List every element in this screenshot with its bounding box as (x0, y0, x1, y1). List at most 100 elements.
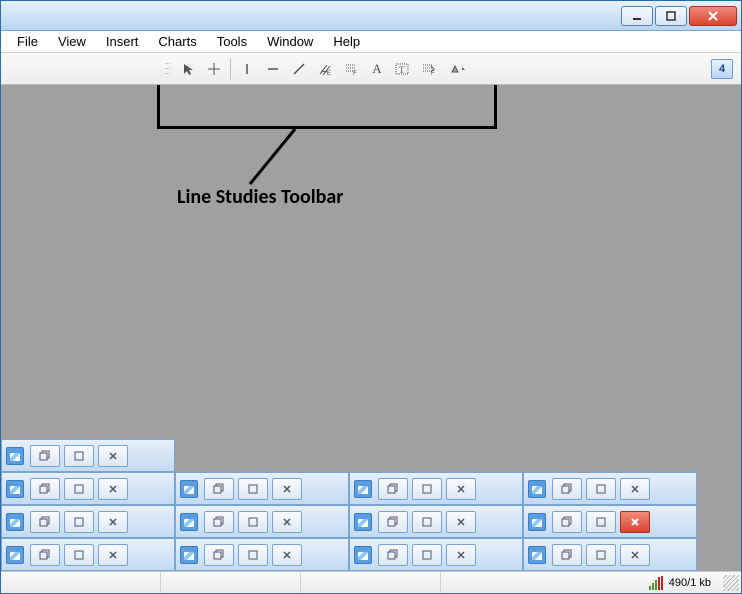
text-tool[interactable]: A (365, 57, 389, 81)
menu-insert[interactable]: Insert (96, 32, 149, 51)
titlebar (1, 1, 741, 31)
statusbar: 490/1 kb (1, 571, 741, 593)
maximize-icon (73, 450, 85, 462)
status-cell-1 (1, 572, 161, 593)
mdi-maximize-button[interactable] (238, 511, 268, 533)
status-cell-3 (301, 572, 441, 593)
mdi-maximize-button[interactable] (238, 478, 268, 500)
close-icon (281, 549, 293, 561)
menu-window[interactable]: Window (257, 32, 323, 51)
mdi-close-button[interactable] (272, 478, 302, 500)
horizontal-line-icon (266, 62, 280, 76)
arrows-tool[interactable]: F (417, 57, 441, 81)
trendline-tool[interactable] (287, 57, 311, 81)
mdi-window[interactable] (175, 538, 349, 571)
shapes-tool[interactable] (443, 57, 473, 81)
mdi-close-button[interactable] (272, 511, 302, 533)
mdi-close-button[interactable] (446, 478, 476, 500)
mdi-restore-button[interactable] (30, 511, 60, 533)
mdi-maximize-button[interactable] (64, 511, 94, 533)
maximize-button[interactable] (655, 6, 687, 26)
mdi-restore-button[interactable] (30, 478, 60, 500)
close-icon (455, 549, 467, 561)
mdi-restore-button[interactable] (204, 511, 234, 533)
horizontal-line-tool[interactable] (261, 57, 285, 81)
mdi-close-button[interactable] (98, 445, 128, 467)
restore-icon (39, 483, 51, 495)
mdi-restore-button[interactable] (552, 544, 582, 566)
mdi-window[interactable] (349, 472, 523, 505)
restore-icon (561, 516, 573, 528)
mdi-maximize-button[interactable] (586, 511, 616, 533)
chart-icon (180, 546, 198, 564)
menu-file[interactable]: File (7, 32, 48, 51)
mdi-window[interactable] (1, 505, 175, 538)
mdi-close-button[interactable] (620, 544, 650, 566)
connection-status[interactable]: 490/1 kb (643, 572, 717, 593)
menu-charts[interactable]: Charts (148, 32, 206, 51)
restore-icon (213, 549, 225, 561)
mdi-window[interactable] (349, 505, 523, 538)
cursor-tool[interactable] (176, 57, 200, 81)
mdi-restore-button[interactable] (204, 478, 234, 500)
text-label-tool[interactable]: T (391, 57, 415, 81)
mdi-close-button[interactable] (620, 511, 650, 533)
crosshair-tool[interactable] (202, 57, 226, 81)
toolbar-grip[interactable] (165, 58, 171, 80)
mdi-close-button[interactable] (620, 478, 650, 500)
mdi-restore-button[interactable] (378, 511, 408, 533)
svg-text:F: F (431, 71, 435, 76)
fibonacci-tool[interactable]: F (339, 57, 363, 81)
menu-view[interactable]: View (48, 32, 96, 51)
mdi-window[interactable] (523, 472, 697, 505)
mdi-maximize-button[interactable] (64, 478, 94, 500)
svg-text:F: F (353, 71, 357, 76)
resize-grip[interactable] (723, 575, 739, 591)
mdi-maximize-button[interactable] (238, 544, 268, 566)
close-button[interactable] (689, 6, 737, 26)
mdi-restore-button[interactable] (378, 478, 408, 500)
mdi-restore-button[interactable] (552, 511, 582, 533)
equidistant-channel-tool[interactable]: E (313, 57, 337, 81)
mdi-window[interactable] (175, 472, 349, 505)
mdi-window[interactable] (349, 538, 523, 571)
mdi-restore-button[interactable] (204, 544, 234, 566)
mdi-maximize-button[interactable] (412, 478, 442, 500)
mdi-close-button[interactable] (446, 511, 476, 533)
maximize-icon (247, 549, 259, 561)
chart-icon (354, 546, 372, 564)
chart-icon (528, 513, 546, 531)
mdi-maximize-button[interactable] (586, 478, 616, 500)
restore-icon (213, 483, 225, 495)
mdi-close-button[interactable] (272, 544, 302, 566)
vertical-line-tool[interactable] (235, 57, 259, 81)
menu-help[interactable]: Help (323, 32, 370, 51)
notification-badge[interactable]: 4 (711, 59, 733, 79)
mdi-restore-button[interactable] (30, 445, 60, 467)
mdi-restore-button[interactable] (30, 544, 60, 566)
menu-tools[interactable]: Tools (207, 32, 257, 51)
mdi-window[interactable] (523, 538, 697, 571)
mdi-close-button[interactable] (98, 478, 128, 500)
maximize-icon (421, 549, 433, 561)
minimize-button[interactable] (621, 6, 653, 26)
mdi-close-button[interactable] (98, 544, 128, 566)
mdi-window-active[interactable] (523, 505, 697, 538)
mdi-window[interactable] (175, 505, 349, 538)
maximize-icon (73, 516, 85, 528)
arrows-icon: F (421, 62, 437, 76)
mdi-child-area (1, 439, 741, 571)
maximize-icon (595, 549, 607, 561)
mdi-close-button[interactable] (98, 511, 128, 533)
mdi-maximize-button[interactable] (586, 544, 616, 566)
mdi-window[interactable] (1, 538, 175, 571)
mdi-restore-button[interactable] (552, 478, 582, 500)
mdi-window[interactable] (1, 439, 175, 472)
mdi-maximize-button[interactable] (412, 544, 442, 566)
mdi-maximize-button[interactable] (412, 511, 442, 533)
mdi-maximize-button[interactable] (64, 544, 94, 566)
mdi-restore-button[interactable] (378, 544, 408, 566)
mdi-maximize-button[interactable] (64, 445, 94, 467)
mdi-window[interactable] (1, 472, 175, 505)
mdi-close-button[interactable] (446, 544, 476, 566)
